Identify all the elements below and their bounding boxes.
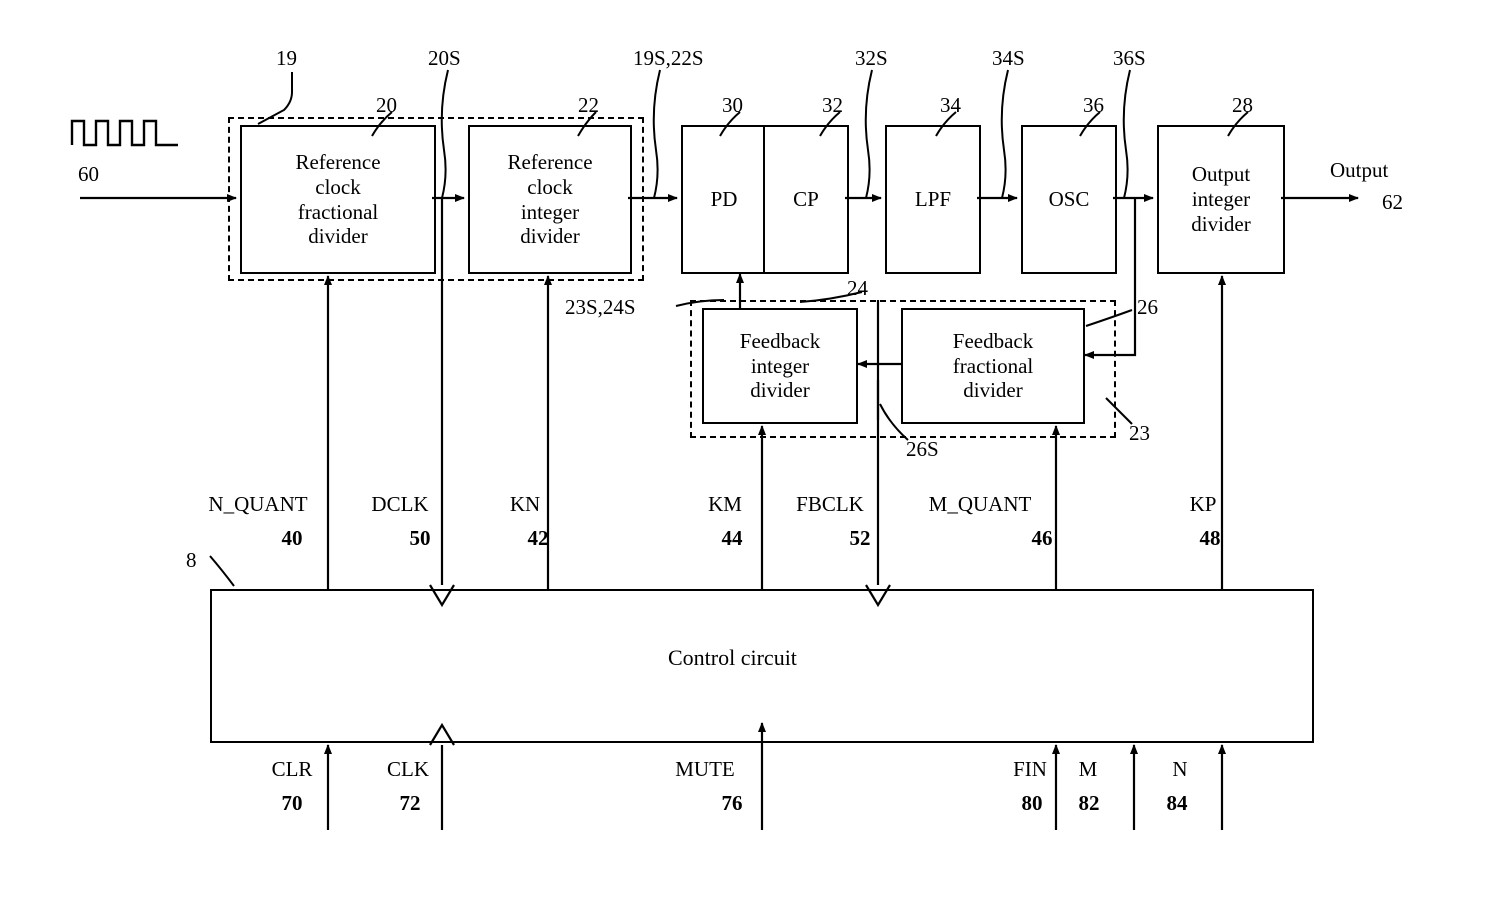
node-label-32s: 32S [855,46,888,70]
block-reference-clock-integer-divider[interactable]: Reference clock integer divider [468,125,632,274]
block-label: Feedback fractional divider [952,328,1034,403]
signal-num-52: 52 [849,526,871,550]
signal-num-76: 76 [721,791,743,815]
signal-name-kp: KP [1189,492,1217,516]
ref-num-34: 34 [940,93,961,117]
signal-num-48: 48 [1199,526,1221,550]
block-cp[interactable]: CP [763,125,849,274]
node-label-36s: 36S [1113,46,1146,70]
control-circuit-ref: 8 [186,548,197,572]
signal-num-82: 82 [1078,791,1100,815]
signal-name-clk: CLK [387,757,429,781]
ref-num-19: 19 [276,46,297,70]
block-label: LPF [914,187,952,212]
signal-num-46: 46 [1031,526,1053,550]
block-pd[interactable]: PD [681,125,767,274]
signal-num-42: 42 [527,526,549,550]
signal-name-m-quant: M_QUANT [928,492,1032,516]
block-label: Output integer divider [1191,162,1251,236]
signal-num-44: 44 [721,526,743,550]
block-label: OSC [1048,187,1090,212]
signal-num-70: 70 [281,791,303,815]
signal-name-dclk: DCLK [371,492,429,516]
ref-num-36: 36 [1083,93,1104,117]
block-feedback-integer-divider[interactable]: Feedback integer divider [702,308,858,424]
ref-num-22: 22 [578,93,599,117]
signal-name-n: N [1172,757,1188,781]
node-label-20s: 20S [428,46,461,70]
block-label: PD [710,187,738,212]
signal-name-fbclk: FBCLK [796,492,864,516]
signal-name-mute: MUTE [675,757,735,781]
signal-num-50: 50 [409,526,431,550]
node-label-26s: 26S [906,437,939,461]
block-label: Feedback integer divider [739,328,821,403]
signal-name-fin: FIN [1013,757,1047,781]
input-waveform-icon [70,119,178,147]
block-reference-clock-fractional-divider[interactable]: Reference clock fractional divider [240,125,436,274]
ref-num-23: 23 [1129,421,1150,445]
ref-num-20: 20 [376,93,397,117]
ref-num-28: 28 [1232,93,1253,117]
input-ref-60: 60 [78,162,99,186]
node-label-19s-22s: 19S,22S [633,46,704,70]
signal-name-kn: KN [509,492,541,516]
signal-num-40: 40 [281,526,303,550]
ref-num-32: 32 [822,93,843,117]
signal-name-m: M [1078,757,1098,781]
ref-num-26: 26 [1137,295,1158,319]
block-lpf[interactable]: LPF [885,125,981,274]
block-label: Reference clock fractional divider [295,149,381,249]
control-circuit-label: Control circuit [668,645,797,670]
ref-num-30: 30 [722,93,743,117]
block-label: Reference clock integer divider [507,149,593,249]
node-label-23s-24s: 23S,24S [565,295,636,319]
signal-name-clr: CLR [271,757,313,781]
signal-num-84: 84 [1166,791,1188,815]
output-label: Output [1330,158,1389,182]
signal-name-n-quant: N_QUANT [208,492,308,516]
block-feedback-fractional-divider[interactable]: Feedback fractional divider [901,308,1085,424]
block-osc[interactable]: OSC [1021,125,1117,274]
ref-num-24: 24 [847,276,868,300]
signal-num-80: 80 [1021,791,1043,815]
node-label-34s: 34S [992,46,1025,70]
block-output-integer-divider[interactable]: Output integer divider [1157,125,1285,274]
signal-num-72: 72 [399,791,421,815]
output-ref-62: 62 [1382,190,1403,214]
block-label: CP [793,187,819,212]
signal-name-km: KM [708,492,742,516]
figure-canvas: Reference clock fractional divider Refer… [0,0,1505,913]
